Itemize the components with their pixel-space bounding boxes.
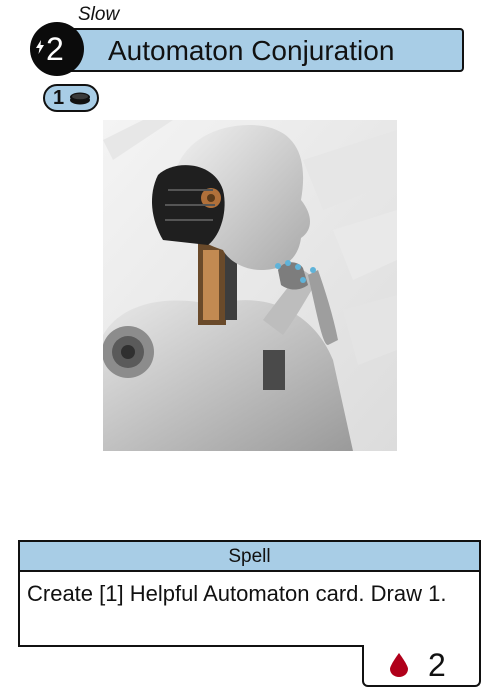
sub-cost-badge: 1 bbox=[43, 84, 99, 112]
rules-text: Create [1] Helpful Automaton card. Draw … bbox=[27, 581, 447, 606]
type-bar: Spell bbox=[18, 540, 481, 572]
card-title: Automaton Conjuration bbox=[108, 35, 395, 66]
speed-label: Slow bbox=[78, 4, 120, 25]
title-bar: Automaton Conjuration bbox=[50, 28, 464, 72]
blood-drop-icon bbox=[390, 653, 408, 677]
blood-value: 2 bbox=[428, 647, 446, 683]
sub-cost-value: 1 bbox=[53, 87, 65, 109]
cost-badge: 2 bbox=[30, 22, 84, 76]
rules-box: Create [1] Helpful Automaton card. Draw … bbox=[18, 570, 481, 647]
lightning-bolt-icon bbox=[36, 40, 44, 54]
card-art bbox=[103, 120, 397, 451]
blood-badge: 2 bbox=[362, 645, 481, 687]
card-type: Spell bbox=[228, 546, 271, 567]
cost-value: 2 bbox=[46, 31, 64, 67]
token-icon bbox=[70, 92, 90, 105]
robot-illustration bbox=[103, 120, 397, 451]
